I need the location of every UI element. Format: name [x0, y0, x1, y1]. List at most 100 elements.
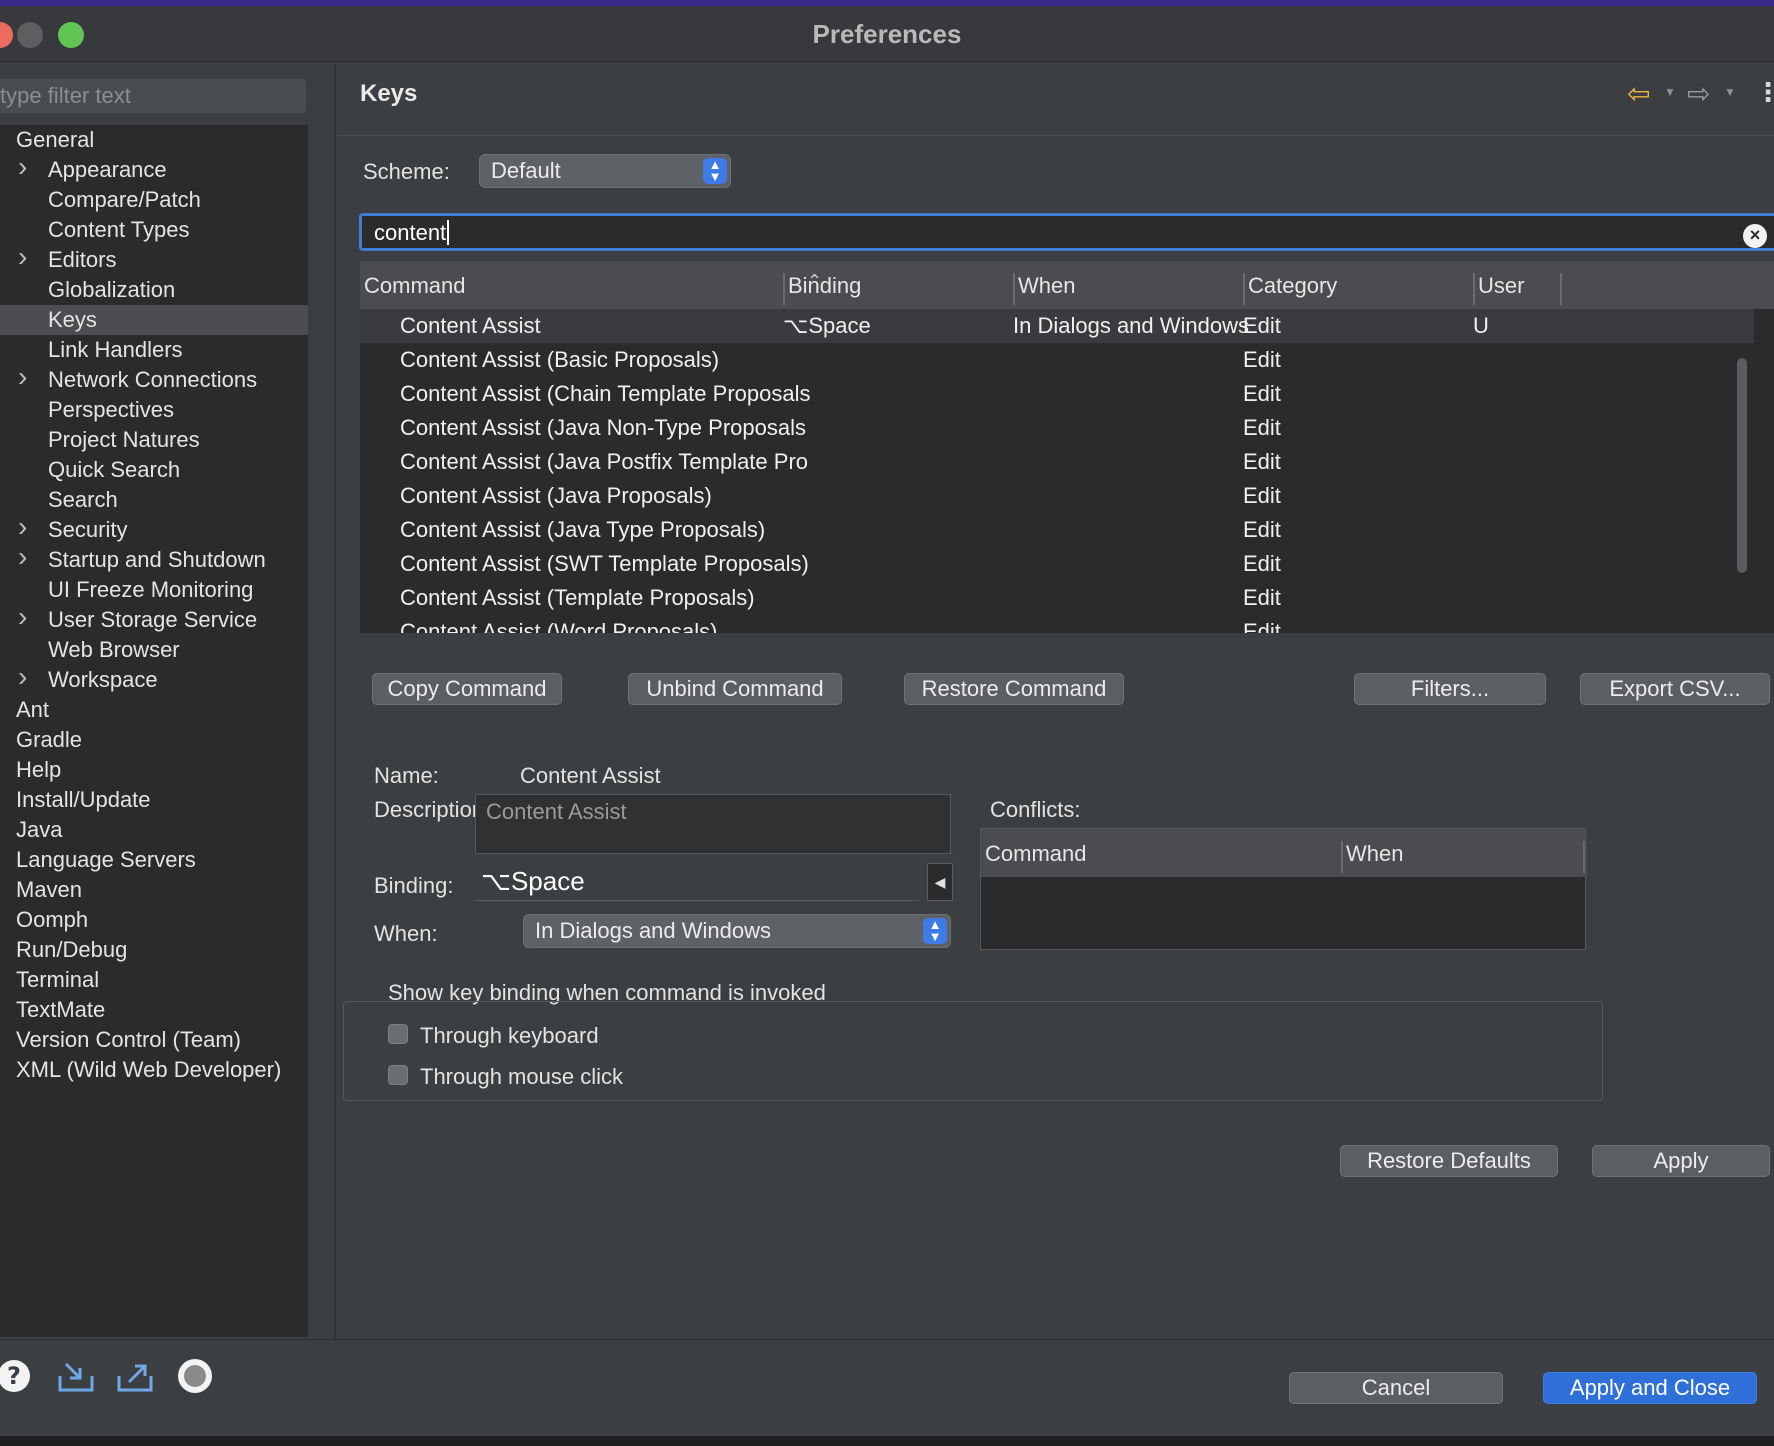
chevron-right-icon[interactable]: › [18, 542, 27, 572]
sidebar-item-content-types[interactable]: Content Types [0, 215, 308, 245]
binding-field[interactable]: ⌥Space [475, 863, 919, 901]
when-select[interactable]: In Dialogs and Windows ▲ ▼ [523, 914, 951, 948]
table-row[interactable]: Content Assist (Java Postfix Template Pr… [360, 445, 1774, 479]
table-row[interactable]: Content Assist (Template Proposals) Edit [360, 581, 1774, 615]
table-row[interactable]: Content Assist (Word Proposals) Edit [360, 615, 1774, 633]
sidebar-item-network-connections[interactable]: › Network Connections [0, 362, 308, 395]
sidebar-item-help[interactable]: Help [0, 755, 308, 785]
sidebar-item-textmate[interactable]: TextMate [0, 995, 308, 1025]
binding-menu-arrow-icon[interactable]: ◀ [927, 863, 953, 901]
forward-arrow-icon[interactable]: ⇨ [1687, 77, 1710, 110]
sidebar-item-terminal[interactable]: Terminal [0, 965, 308, 995]
scheme-select[interactable]: Default ▲ ▼ [479, 154, 731, 188]
clear-search-icon[interactable]: × [1743, 224, 1767, 248]
sidebar-item-install-update[interactable]: Install/Update [0, 785, 308, 815]
column-divider[interactable] [1243, 273, 1245, 305]
sidebar-item-startup-and-shutdown[interactable]: › Startup and Shutdown [0, 542, 308, 575]
chevron-right-icon[interactable]: › [18, 152, 27, 182]
back-history-chevron-icon[interactable]: ▼ [1664, 85, 1676, 99]
forward-history-chevron-icon[interactable]: ▼ [1724, 85, 1736, 99]
command-search-input[interactable]: content [359, 213, 1774, 251]
restore-defaults-button[interactable]: Restore Defaults [1340, 1145, 1558, 1177]
column-divider[interactable] [1013, 273, 1015, 305]
sidebar-item-user-storage-service[interactable]: › User Storage Service [0, 602, 308, 635]
apply-and-close-button[interactable]: Apply and Close [1543, 1372, 1757, 1404]
chevron-right-icon[interactable]: › [18, 242, 27, 272]
table-scrollbar-thumb[interactable] [1737, 358, 1747, 573]
filters-button[interactable]: Filters... [1354, 673, 1546, 705]
column-header-user[interactable]: User [1478, 273, 1524, 299]
sidebar-item-editors[interactable]: › Editors [0, 242, 308, 275]
filter-input[interactable]: type filter text [0, 79, 306, 113]
column-header-category[interactable]: Category [1248, 273, 1337, 299]
sidebar-item-language-servers[interactable]: Language Servers [0, 845, 308, 875]
chevron-right-icon[interactable]: › [18, 662, 27, 692]
sidebar-item-keys[interactable]: Keys [0, 305, 308, 335]
export-csv-button[interactable]: Export CSV... [1580, 673, 1770, 705]
column-header-command[interactable]: Command [364, 273, 465, 299]
table-row[interactable]: Content Assist ⌥Space In Dialogs and Windo… [360, 309, 1774, 343]
record-icon[interactable] [177, 1358, 213, 1394]
unbind-command-button[interactable]: Unbind Command [628, 673, 842, 705]
through-keyboard-label[interactable]: Through keyboard [420, 1023, 599, 1049]
sidebar-item-label: Appearance [48, 157, 167, 182]
sidebar-item-run-debug[interactable]: Run/Debug [0, 935, 308, 965]
sidebar-item-xml-wild-web-developer[interactable]: XML (Wild Web Developer) [0, 1055, 308, 1085]
sidebar-item-compare-patch[interactable]: Compare/Patch [0, 185, 308, 215]
sidebar-item-version-control-team[interactable]: Version Control (Team) [0, 1025, 308, 1055]
sidebar-item-web-browser[interactable]: Web Browser [0, 635, 308, 665]
description-field[interactable]: Content Assist [475, 794, 951, 854]
sidebar-item-ant[interactable]: Ant [0, 695, 308, 725]
restore-command-button[interactable]: Restore Command [904, 673, 1124, 705]
sidebar-item-link-handlers[interactable]: Link Handlers [0, 335, 308, 365]
column-header-when[interactable]: When [1018, 273, 1075, 299]
sidebar-item-project-natures[interactable]: Project Natures [0, 425, 308, 455]
table-row[interactable]: Content Assist (Java Non-Type Proposals E… [360, 411, 1774, 445]
cancel-button[interactable]: Cancel [1289, 1372, 1503, 1404]
chevron-right-icon[interactable]: › [18, 362, 27, 392]
sidebar-item-quick-search[interactable]: Quick Search [0, 455, 308, 485]
conflicts-column-command[interactable]: Command [985, 841, 1086, 867]
sidebar-item-label: Search [48, 487, 118, 512]
sidebar-item-security[interactable]: › Security [0, 512, 308, 545]
cell-category: Edit [1243, 415, 1281, 440]
sidebar-item-java[interactable]: Java [0, 815, 308, 845]
sidebar-item-perspectives[interactable]: Perspectives [0, 395, 308, 425]
sidebar-item-general[interactable]: General [0, 125, 308, 155]
sidebar-item-oomph[interactable]: Oomph [0, 905, 308, 935]
table-row[interactable]: Content Assist (SWT Template Proposals) E… [360, 547, 1774, 581]
sidebar-item-search[interactable]: Search [0, 485, 308, 515]
conflicts-column-when[interactable]: When [1346, 841, 1403, 867]
sidebar-item-globalization[interactable]: Globalization [0, 275, 308, 305]
apply-button[interactable]: Apply [1592, 1145, 1770, 1177]
back-arrow-icon[interactable]: ⇦ [1627, 77, 1650, 110]
chevron-right-icon[interactable]: › [18, 602, 27, 632]
help-icon[interactable]: ? [0, 1358, 32, 1394]
through-mouse-label[interactable]: Through mouse click [420, 1064, 623, 1090]
table-row[interactable]: Content Assist (Java Type Proposals) Edit [360, 513, 1774, 547]
table-scrollbar[interactable] [1754, 309, 1774, 633]
sidebar-item-appearance[interactable]: › Appearance [0, 152, 308, 185]
column-divider[interactable] [1341, 841, 1343, 873]
column-header-binding[interactable]: Binding [788, 273, 861, 299]
through-mouse-checkbox[interactable] [388, 1065, 408, 1085]
through-keyboard-checkbox[interactable] [388, 1024, 408, 1044]
view-menu-icon[interactable]: ⋮ [1755, 77, 1774, 108]
sidebar-item-ui-freeze-monitoring[interactable]: UI Freeze Monitoring [0, 575, 308, 605]
column-divider[interactable] [1473, 273, 1475, 305]
table-row[interactable]: Content Assist (Chain Template Proposals… [360, 377, 1774, 411]
select-arrows-icon: ▲ ▼ [703, 158, 727, 184]
chevron-right-icon[interactable]: › [18, 512, 27, 542]
column-divider[interactable] [1583, 841, 1585, 873]
sidebar-item-gradle[interactable]: Gradle [0, 725, 308, 755]
table-row[interactable]: Content Assist (Java Proposals) Edit [360, 479, 1774, 513]
pane-divider[interactable] [334, 63, 336, 1339]
export-icon[interactable] [115, 1358, 155, 1394]
column-divider[interactable] [1560, 273, 1562, 305]
copy-command-button[interactable]: Copy Command [372, 673, 562, 705]
sidebar-item-workspace[interactable]: › Workspace [0, 662, 308, 695]
table-row[interactable]: Content Assist (Basic Proposals) Edit [360, 343, 1774, 377]
column-divider[interactable] [783, 273, 785, 305]
import-icon[interactable] [56, 1358, 96, 1394]
sidebar-item-maven[interactable]: Maven [0, 875, 308, 905]
